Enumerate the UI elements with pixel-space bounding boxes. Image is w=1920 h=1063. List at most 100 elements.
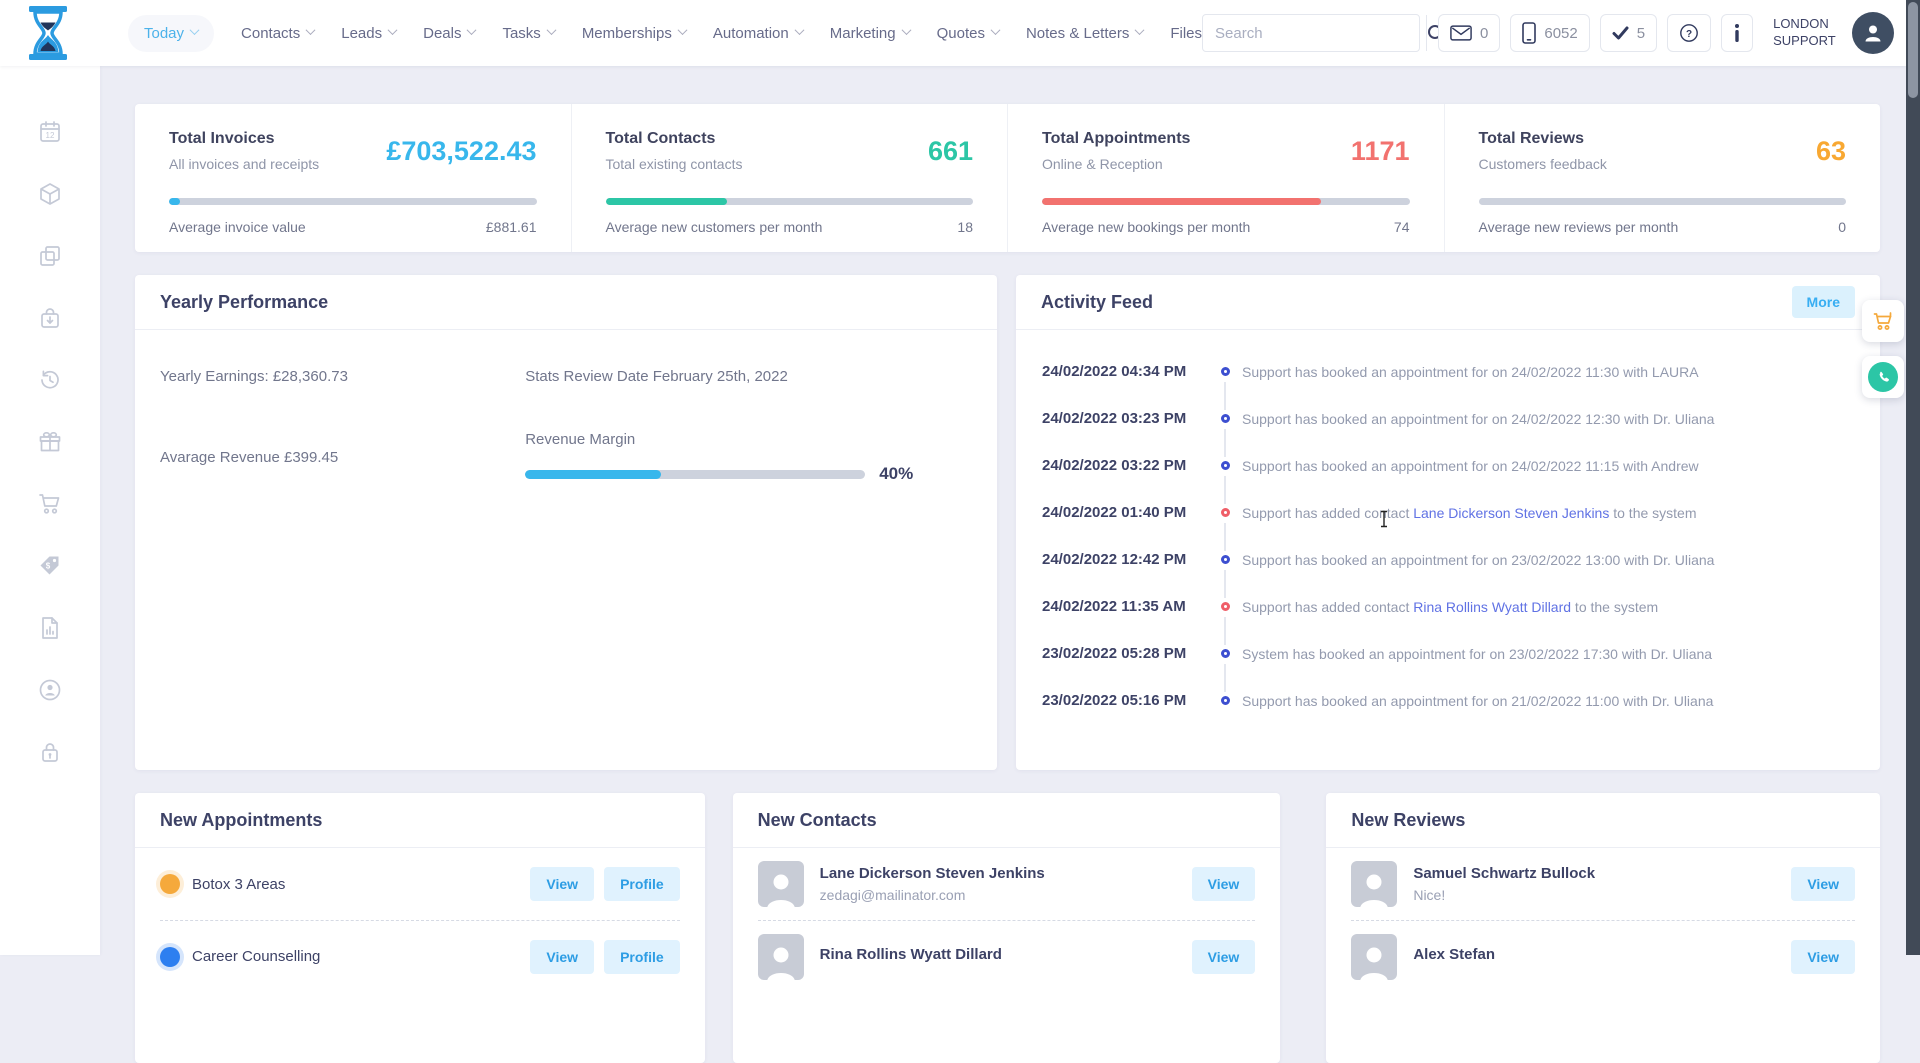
history-icon[interactable] [36, 366, 64, 394]
new-appointments-panel: New Appointments Botox 3 Areas View Prof… [135, 793, 705, 1063]
appointment-row: Botox 3 Areas View Profile [160, 848, 680, 920]
mail-badge-button[interactable]: 0 [1438, 14, 1500, 52]
calendar-icon[interactable]: 12 [36, 118, 64, 146]
avatar[interactable] [1852, 12, 1894, 54]
price-tag-icon[interactable]: $ [36, 552, 64, 580]
stat-footer-value: 74 [1394, 219, 1410, 235]
panel-title: New Appointments [160, 810, 322, 831]
lock-icon[interactable] [36, 738, 64, 766]
stat-value: £703,522.43 [386, 136, 536, 167]
nav-item-files[interactable]: Files [1170, 25, 1202, 42]
user-icon [1861, 21, 1885, 45]
nav-item-quotes[interactable]: Quotes [937, 25, 999, 42]
nav-item-memberships[interactable]: Memberships [582, 25, 686, 42]
phone-floating-button[interactable] [1862, 356, 1904, 398]
revenue-margin-value: 40% [879, 464, 913, 484]
phone-count: 6052 [1544, 25, 1577, 42]
panel-title: New Reviews [1351, 810, 1465, 831]
view-button[interactable]: View [1192, 940, 1256, 974]
chevron-down-icon [901, 25, 911, 35]
nav-item-leads[interactable]: Leads [341, 25, 396, 42]
user-name-line1: LONDON [1773, 16, 1836, 33]
package-icon[interactable] [36, 180, 64, 208]
contact-link[interactable]: Lane Dickerson Steven Jenkins [1413, 505, 1609, 521]
main-nav: Today Contacts Leads Deals Tasks Members… [128, 15, 1202, 52]
feed-text: System has booked an appointment for on … [1242, 646, 1712, 662]
profile-button[interactable]: Profile [604, 867, 680, 901]
duplicate-icon[interactable] [36, 242, 64, 270]
nav-item-today[interactable]: Today [128, 15, 214, 52]
stat-card-reviews: Total Reviews Customers feedback 63 Aver… [1444, 104, 1881, 252]
profile-button[interactable]: Profile [604, 940, 680, 974]
nav-label: Automation [713, 25, 789, 42]
feed-time: 24/02/2022 03:23 PM [1042, 410, 1208, 427]
timeline-dot [1221, 508, 1230, 517]
chevron-down-icon [794, 25, 804, 35]
stat-subtitle: Total existing contacts [606, 156, 743, 172]
progress-bar [1042, 198, 1410, 205]
view-button[interactable]: View [530, 867, 594, 901]
timeline-dot [1221, 461, 1230, 470]
bag-download-icon[interactable] [36, 304, 64, 332]
chevron-down-icon [991, 25, 1001, 35]
feed-text: Support has booked an appointment for on… [1242, 693, 1713, 709]
view-button[interactable]: View [1791, 867, 1855, 901]
tasks-count: 5 [1637, 25, 1645, 42]
cart-icon [1872, 310, 1894, 332]
chevron-down-icon [467, 25, 477, 35]
info-button[interactable] [1721, 14, 1753, 52]
nav-item-tasks[interactable]: Tasks [502, 25, 554, 42]
avatar-placeholder [758, 861, 804, 907]
contact-link[interactable]: Rina Rollins Wyatt Dillard [1413, 599, 1571, 615]
reviewer-name: Alex Stefan [1413, 946, 1495, 963]
nav-item-notes-letters[interactable]: Notes & Letters [1026, 25, 1143, 42]
search-input[interactable] [1203, 25, 1426, 42]
nav-label: Contacts [241, 25, 300, 42]
gift-icon[interactable] [36, 428, 64, 456]
view-button[interactable]: View [530, 940, 594, 974]
nav-item-marketing[interactable]: Marketing [830, 25, 910, 42]
report-icon[interactable] [36, 614, 64, 642]
search-box [1202, 14, 1420, 52]
phone-call-icon [1868, 362, 1898, 392]
nav-item-contacts[interactable]: Contacts [241, 25, 314, 42]
stat-footer-label: Average invoice value [169, 219, 306, 235]
review-comment: Nice! [1413, 887, 1595, 903]
feed-row: 24/02/2022 11:35 AM Support has added co… [1042, 583, 1862, 630]
view-button[interactable]: View [1192, 867, 1256, 901]
panel-title: Yearly Performance [160, 292, 328, 313]
nav-label: Notes & Letters [1026, 25, 1129, 42]
feed-text: Support has booked an appointment for on… [1242, 364, 1699, 380]
tasks-badge-button[interactable]: 5 [1600, 14, 1657, 52]
page-scrollbar[interactable] [1906, 0, 1920, 955]
floating-buttons [1862, 300, 1904, 398]
stat-value: 63 [1816, 136, 1846, 167]
nav-item-automation[interactable]: Automation [713, 25, 803, 42]
stat-title: Total Contacts [606, 130, 743, 148]
scrollbar-thumb[interactable] [1908, 2, 1918, 98]
feed-time: 23/02/2022 05:28 PM [1042, 645, 1208, 662]
view-button[interactable]: View [1791, 940, 1855, 974]
yearly-earnings: Yearly Earnings: £28,360.73 [160, 368, 525, 385]
mail-icon [1450, 25, 1472, 41]
help-button[interactable]: ? [1667, 14, 1711, 52]
feed-time: 24/02/2022 01:40 PM [1042, 504, 1208, 521]
person-icon [761, 867, 801, 907]
chevron-down-icon [546, 25, 556, 35]
more-button[interactable]: More [1792, 286, 1855, 318]
feed-time: 23/02/2022 05:16 PM [1042, 692, 1208, 709]
text-cursor [1378, 510, 1390, 528]
app-logo[interactable] [26, 6, 70, 60]
nav-item-deals[interactable]: Deals [423, 25, 475, 42]
chevron-down-icon [306, 25, 316, 35]
left-sidebar: 12 $ [0, 66, 100, 955]
phone-badge-button[interactable]: 6052 [1510, 14, 1589, 52]
account-icon[interactable] [36, 676, 64, 704]
stat-subtitle: Customers feedback [1479, 156, 1607, 172]
progress-bar [606, 198, 974, 205]
cart-icon[interactable] [36, 490, 64, 518]
stat-footer-label: Average new reviews per month [1479, 219, 1679, 235]
chevron-down-icon [677, 25, 687, 35]
cart-floating-button[interactable] [1862, 300, 1904, 342]
avatar-placeholder [1351, 861, 1397, 907]
